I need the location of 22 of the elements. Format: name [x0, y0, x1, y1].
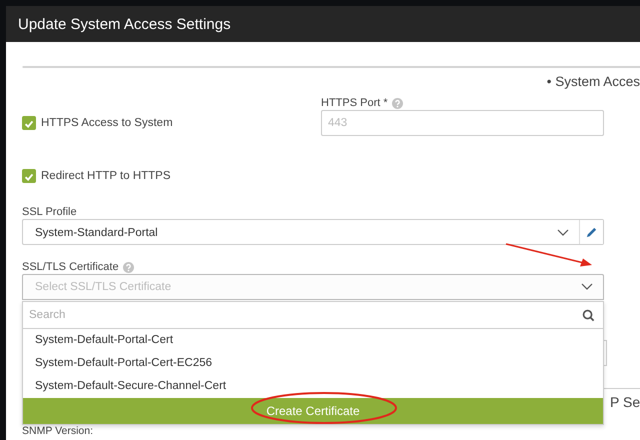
checkbox[interactable]	[22, 169, 36, 183]
chevron-down-icon	[557, 229, 569, 237]
checkbox-label: HTTPS Access to System	[41, 117, 173, 129]
field-label: HTTPS Port *	[321, 97, 388, 109]
pencil-icon	[585, 226, 598, 238]
chevron-down-icon	[581, 283, 593, 291]
dropdown-option[interactable]: System-Default-Portal-Cert-EC256	[23, 352, 603, 375]
checkbox[interactable]	[22, 116, 36, 130]
dialog-title: Update System Access Settings	[18, 16, 231, 32]
field-label: SNMP Version:	[22, 425, 94, 437]
field-label: SSL/TLS Certificate	[22, 261, 119, 273]
search-icon	[582, 308, 595, 322]
section-heading: • System Acces	[546, 74, 640, 90]
section-heading: P Se	[610, 394, 640, 410]
dropdown-option[interactable]: System-Default-Portal-Cert	[23, 329, 603, 352]
help-icon[interactable]	[392, 98, 403, 108]
checkbox-label: Redirect HTTP to HTTPS	[41, 170, 171, 182]
dropdown-option[interactable]: System-Default-Secure-Channel-Cert	[23, 375, 603, 398]
search-field[interactable]: Search	[27, 308, 582, 322]
help-icon[interactable]	[122, 262, 134, 272]
edit-button[interactable]	[579, 220, 603, 244]
field-label: SSL Profile	[22, 206, 77, 218]
